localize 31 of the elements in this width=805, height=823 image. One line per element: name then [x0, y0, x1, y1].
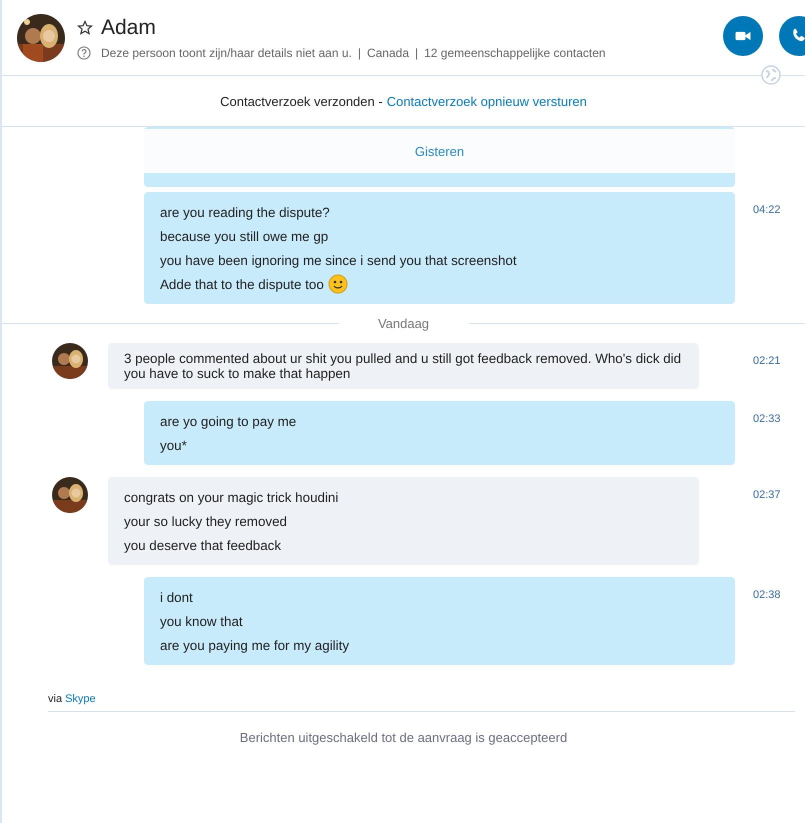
skype-link[interactable]: Skype — [65, 693, 96, 705]
message-text: are yo going to pay me — [160, 414, 296, 428]
day-divider: Vandaag — [376, 316, 430, 331]
message-text: you have been ignoring me since i send you that screenshot — [160, 252, 517, 268]
message-time: 02:21 — [753, 355, 781, 367]
message-text: your so lucky they removed — [124, 514, 287, 528]
message-time: 02:33 — [753, 413, 781, 425]
message-text: Adde that to the dispute too — [160, 276, 324, 292]
message-text: are you reading the dispute? — [160, 204, 330, 220]
message-text: you* — [160, 438, 187, 452]
message-time: 04:22 — [753, 204, 781, 216]
contact-name: Adam — [101, 16, 156, 40]
profile-detail: 12 gemeenschappelijke contacten — [424, 46, 606, 60]
message-text: i dont — [160, 590, 193, 604]
resend-request-link[interactable]: Contactverzoek opnieuw versturen — [386, 94, 587, 108]
message-text: 3 people commented about ur shit you pulled and u still got feedback removed. Who's dick did you have to suck to make that happen — [124, 351, 682, 381]
message-text: because you still owe me gp — [160, 228, 328, 244]
separator: | — [415, 46, 418, 60]
message-time: 02:37 — [753, 489, 781, 501]
message-text: are you paying me for my agility — [160, 638, 350, 652]
separator: | — [358, 46, 361, 60]
profile-detail: Canada — [366, 46, 409, 60]
message-text: you know that — [160, 614, 243, 628]
messaging-disabled-notice: Berichten uitgeschakeld tot de aanvraag is geaccepteerd — [240, 730, 568, 745]
date-banner: Gisteren — [144, 129, 735, 173]
message-time: 02:38 — [753, 589, 781, 601]
via-label: via — [48, 693, 62, 705]
request-status: Contactverzoek verzonden - — [220, 94, 383, 108]
profile-detail: Deze persoon toont zijn/haar details niet aan u. — [101, 46, 352, 60]
message-text: you deserve that feedback — [124, 538, 282, 552]
message-text: congrats on your magic trick houdini — [124, 490, 338, 504]
